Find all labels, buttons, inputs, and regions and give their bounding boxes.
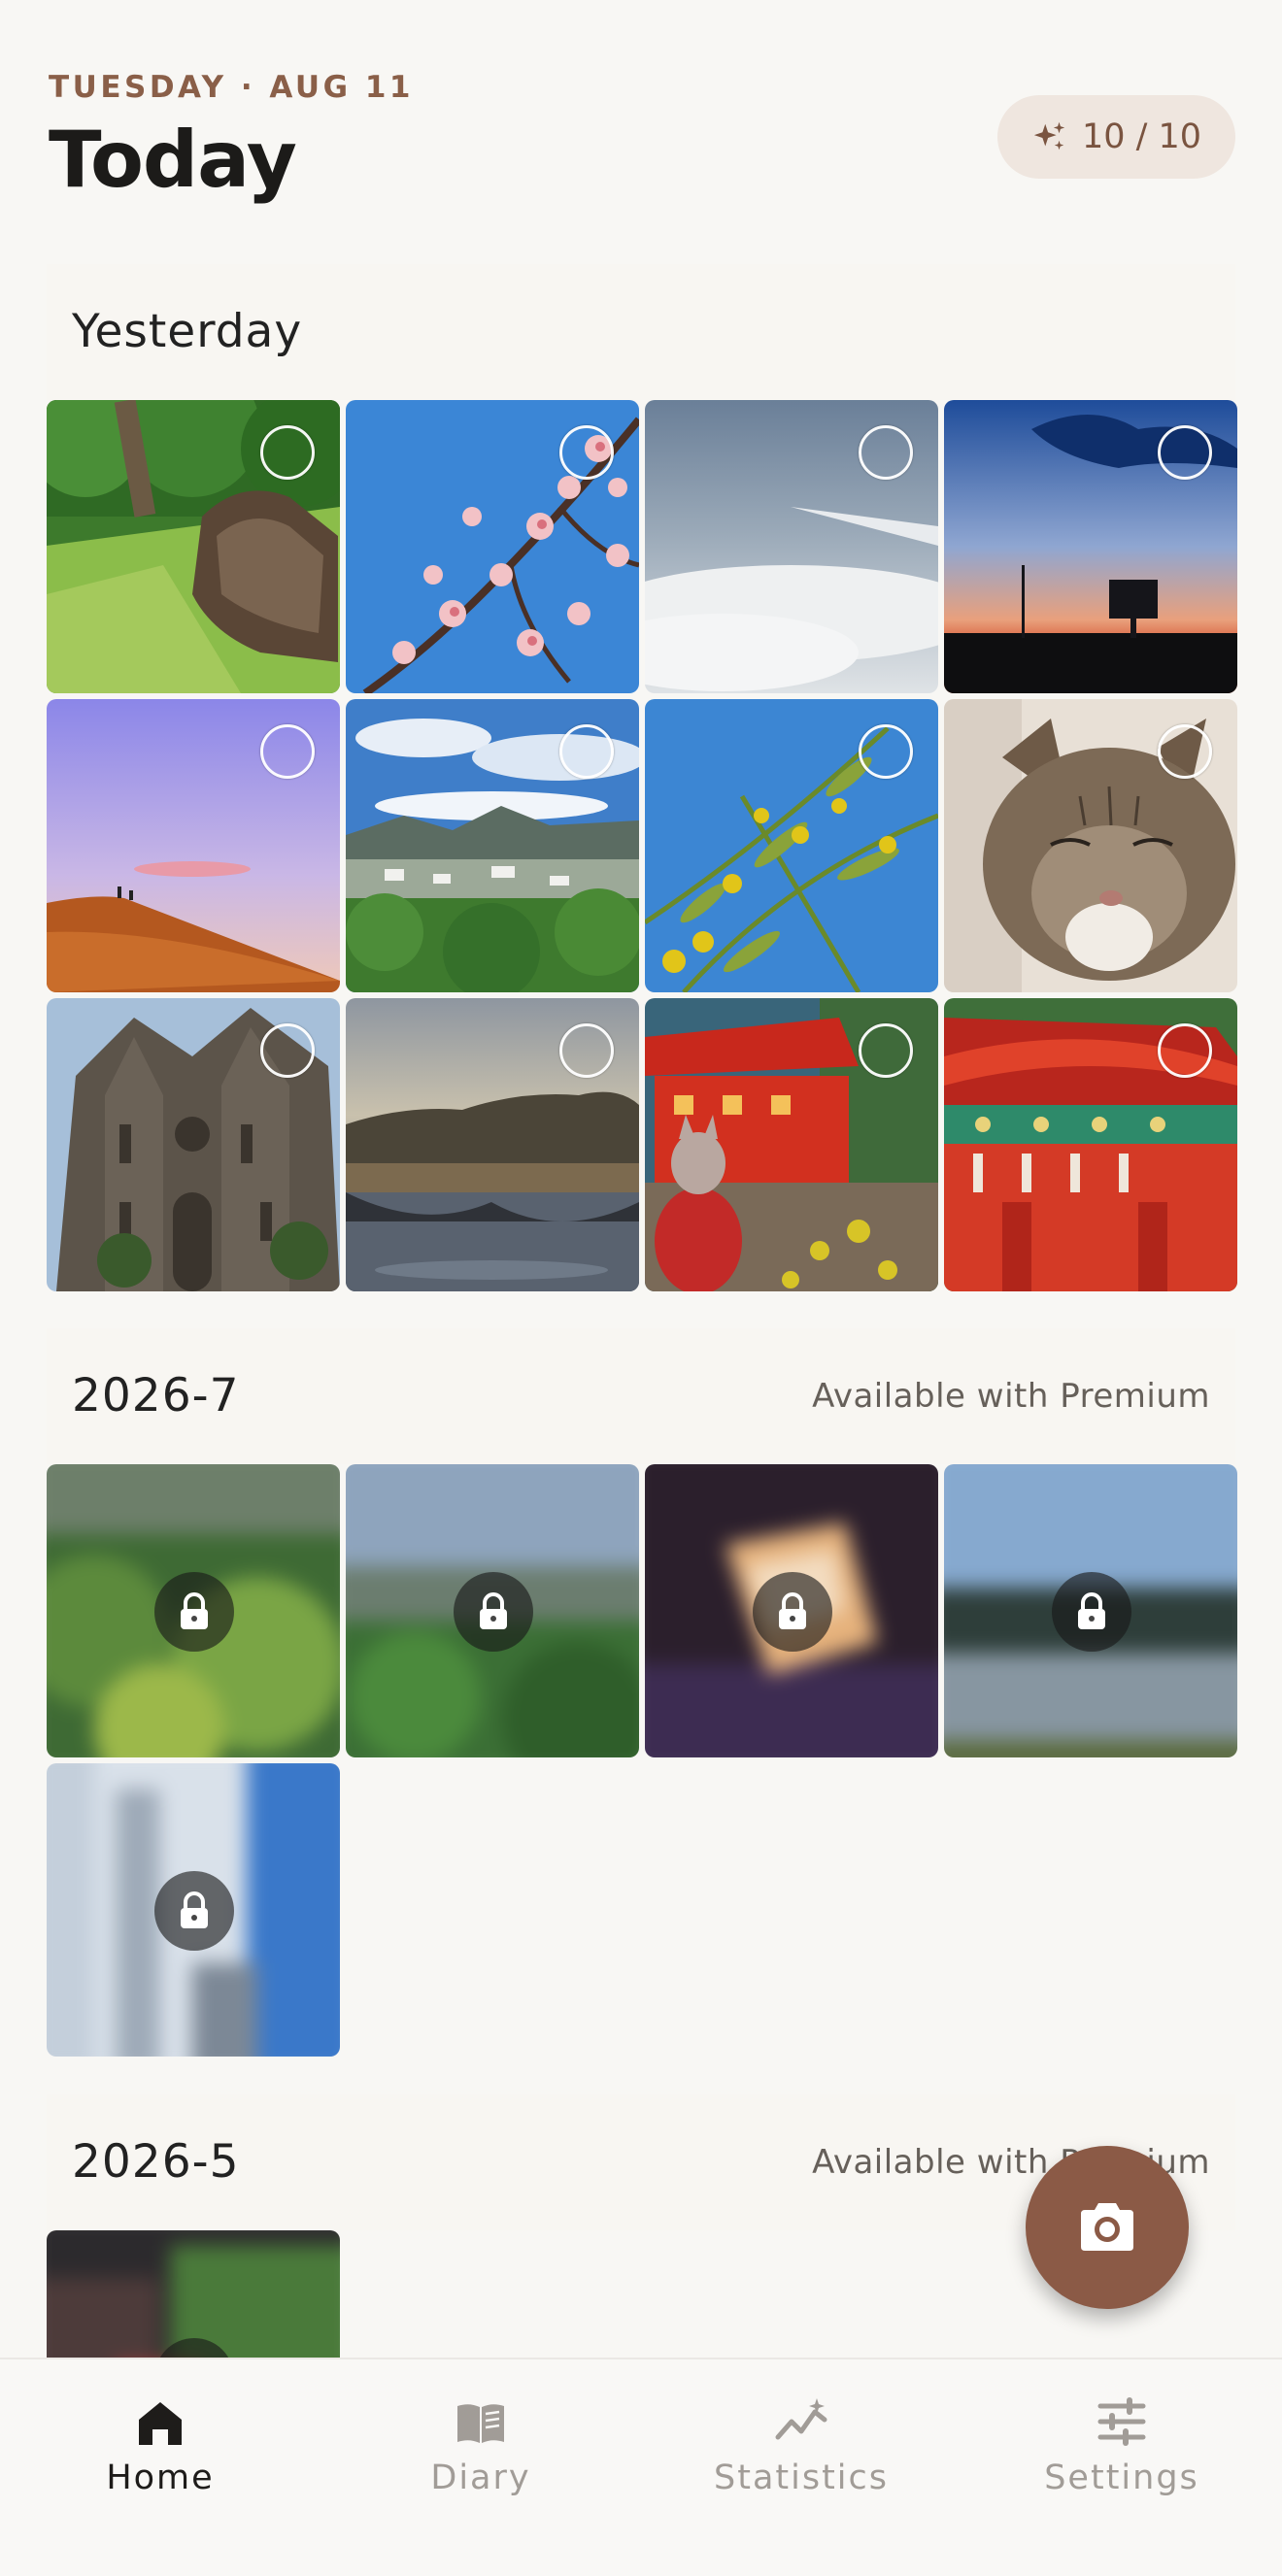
chart-icon — [775, 2398, 827, 2440]
section-title: 2026-5 — [72, 2135, 240, 2189]
photo-tile[interactable] — [346, 400, 639, 693]
select-circle[interactable] — [260, 425, 315, 480]
lock-icon — [753, 1572, 832, 1652]
select-circle[interactable] — [859, 425, 913, 480]
photo-grid-yesterday — [47, 400, 1237, 1291]
lock-icon — [1052, 1572, 1131, 1652]
select-circle[interactable] — [559, 724, 614, 779]
nav-label: Statistics — [714, 2459, 889, 2497]
book-icon — [457, 2404, 504, 2443]
nav-item-statistics[interactable]: Statistics — [641, 2359, 962, 2505]
camera-icon — [1081, 2203, 1133, 2251]
photo-tile[interactable] — [645, 400, 938, 693]
premium-note[interactable]: Available with Premium — [812, 1328, 1210, 1464]
photo-tile[interactable] — [645, 998, 938, 1291]
select-circle[interactable] — [859, 1023, 913, 1078]
credits-count: 10 / 10 — [1081, 117, 1202, 156]
section-title: 2026-7 — [72, 1369, 240, 1422]
locked-photo-tile[interactable] — [346, 1464, 639, 1757]
select-circle[interactable] — [859, 724, 913, 779]
select-circle[interactable] — [1158, 1023, 1212, 1078]
nav-item-settings[interactable]: Settings — [962, 2359, 1282, 2505]
photo-tile[interactable] — [645, 699, 938, 992]
select-circle[interactable] — [260, 724, 315, 779]
nav-label: Diary — [430, 2459, 531, 2497]
photo-tile[interactable] — [944, 998, 1237, 1291]
camera-button[interactable] — [1026, 2146, 1189, 2309]
photo-tile[interactable] — [944, 699, 1237, 992]
locked-photo-tile[interactable] — [944, 1464, 1237, 1757]
photo-tile[interactable] — [346, 699, 639, 992]
nav-item-home[interactable]: Home — [0, 2359, 320, 2505]
lock-icon — [154, 1572, 234, 1652]
credits-badge[interactable]: 10 / 10 — [997, 95, 1235, 179]
select-circle[interactable] — [260, 1023, 315, 1078]
select-circle[interactable] — [1158, 724, 1212, 779]
current-date: TUESDAY · AUG 11 — [49, 70, 414, 105]
nav-label: Settings — [1044, 2459, 1199, 2497]
locked-photo-tile[interactable] — [47, 1464, 340, 1757]
home-icon — [139, 2402, 182, 2445]
lock-icon — [154, 1871, 234, 1951]
select-circle[interactable] — [559, 1023, 614, 1078]
nav-item-diary[interactable]: Diary — [320, 2359, 641, 2505]
photo-tile[interactable] — [944, 400, 1237, 693]
locked-photo-tile[interactable] — [47, 1763, 340, 2057]
photo-tile[interactable] — [47, 400, 340, 693]
lock-icon — [454, 1572, 533, 1652]
nav-label: Home — [106, 2459, 215, 2497]
section-title: Yesterday — [72, 305, 303, 358]
bottom-navigation: Home Diary Statistics Settings — [0, 2358, 1282, 2576]
section-header-2026-7: 2026-7 Available with Premium — [47, 1328, 1235, 1464]
section-header-yesterday: Yesterday — [47, 264, 1235, 400]
select-circle[interactable] — [1158, 425, 1212, 480]
photo-tile[interactable] — [47, 998, 340, 1291]
select-circle[interactable] — [559, 425, 614, 480]
photo-tile[interactable] — [346, 998, 639, 1291]
home-screen: TUESDAY · AUG 11 Today 10 / 10 Yesterday — [0, 0, 1282, 2576]
photo-grid-2026-7 — [47, 1464, 1237, 2057]
sliders-icon — [1097, 2397, 1146, 2446]
locked-photo-tile[interactable] — [645, 1464, 938, 1757]
sparkle-icon — [1033, 121, 1065, 151]
page-title: Today — [49, 115, 297, 205]
photo-tile[interactable] — [47, 699, 340, 992]
